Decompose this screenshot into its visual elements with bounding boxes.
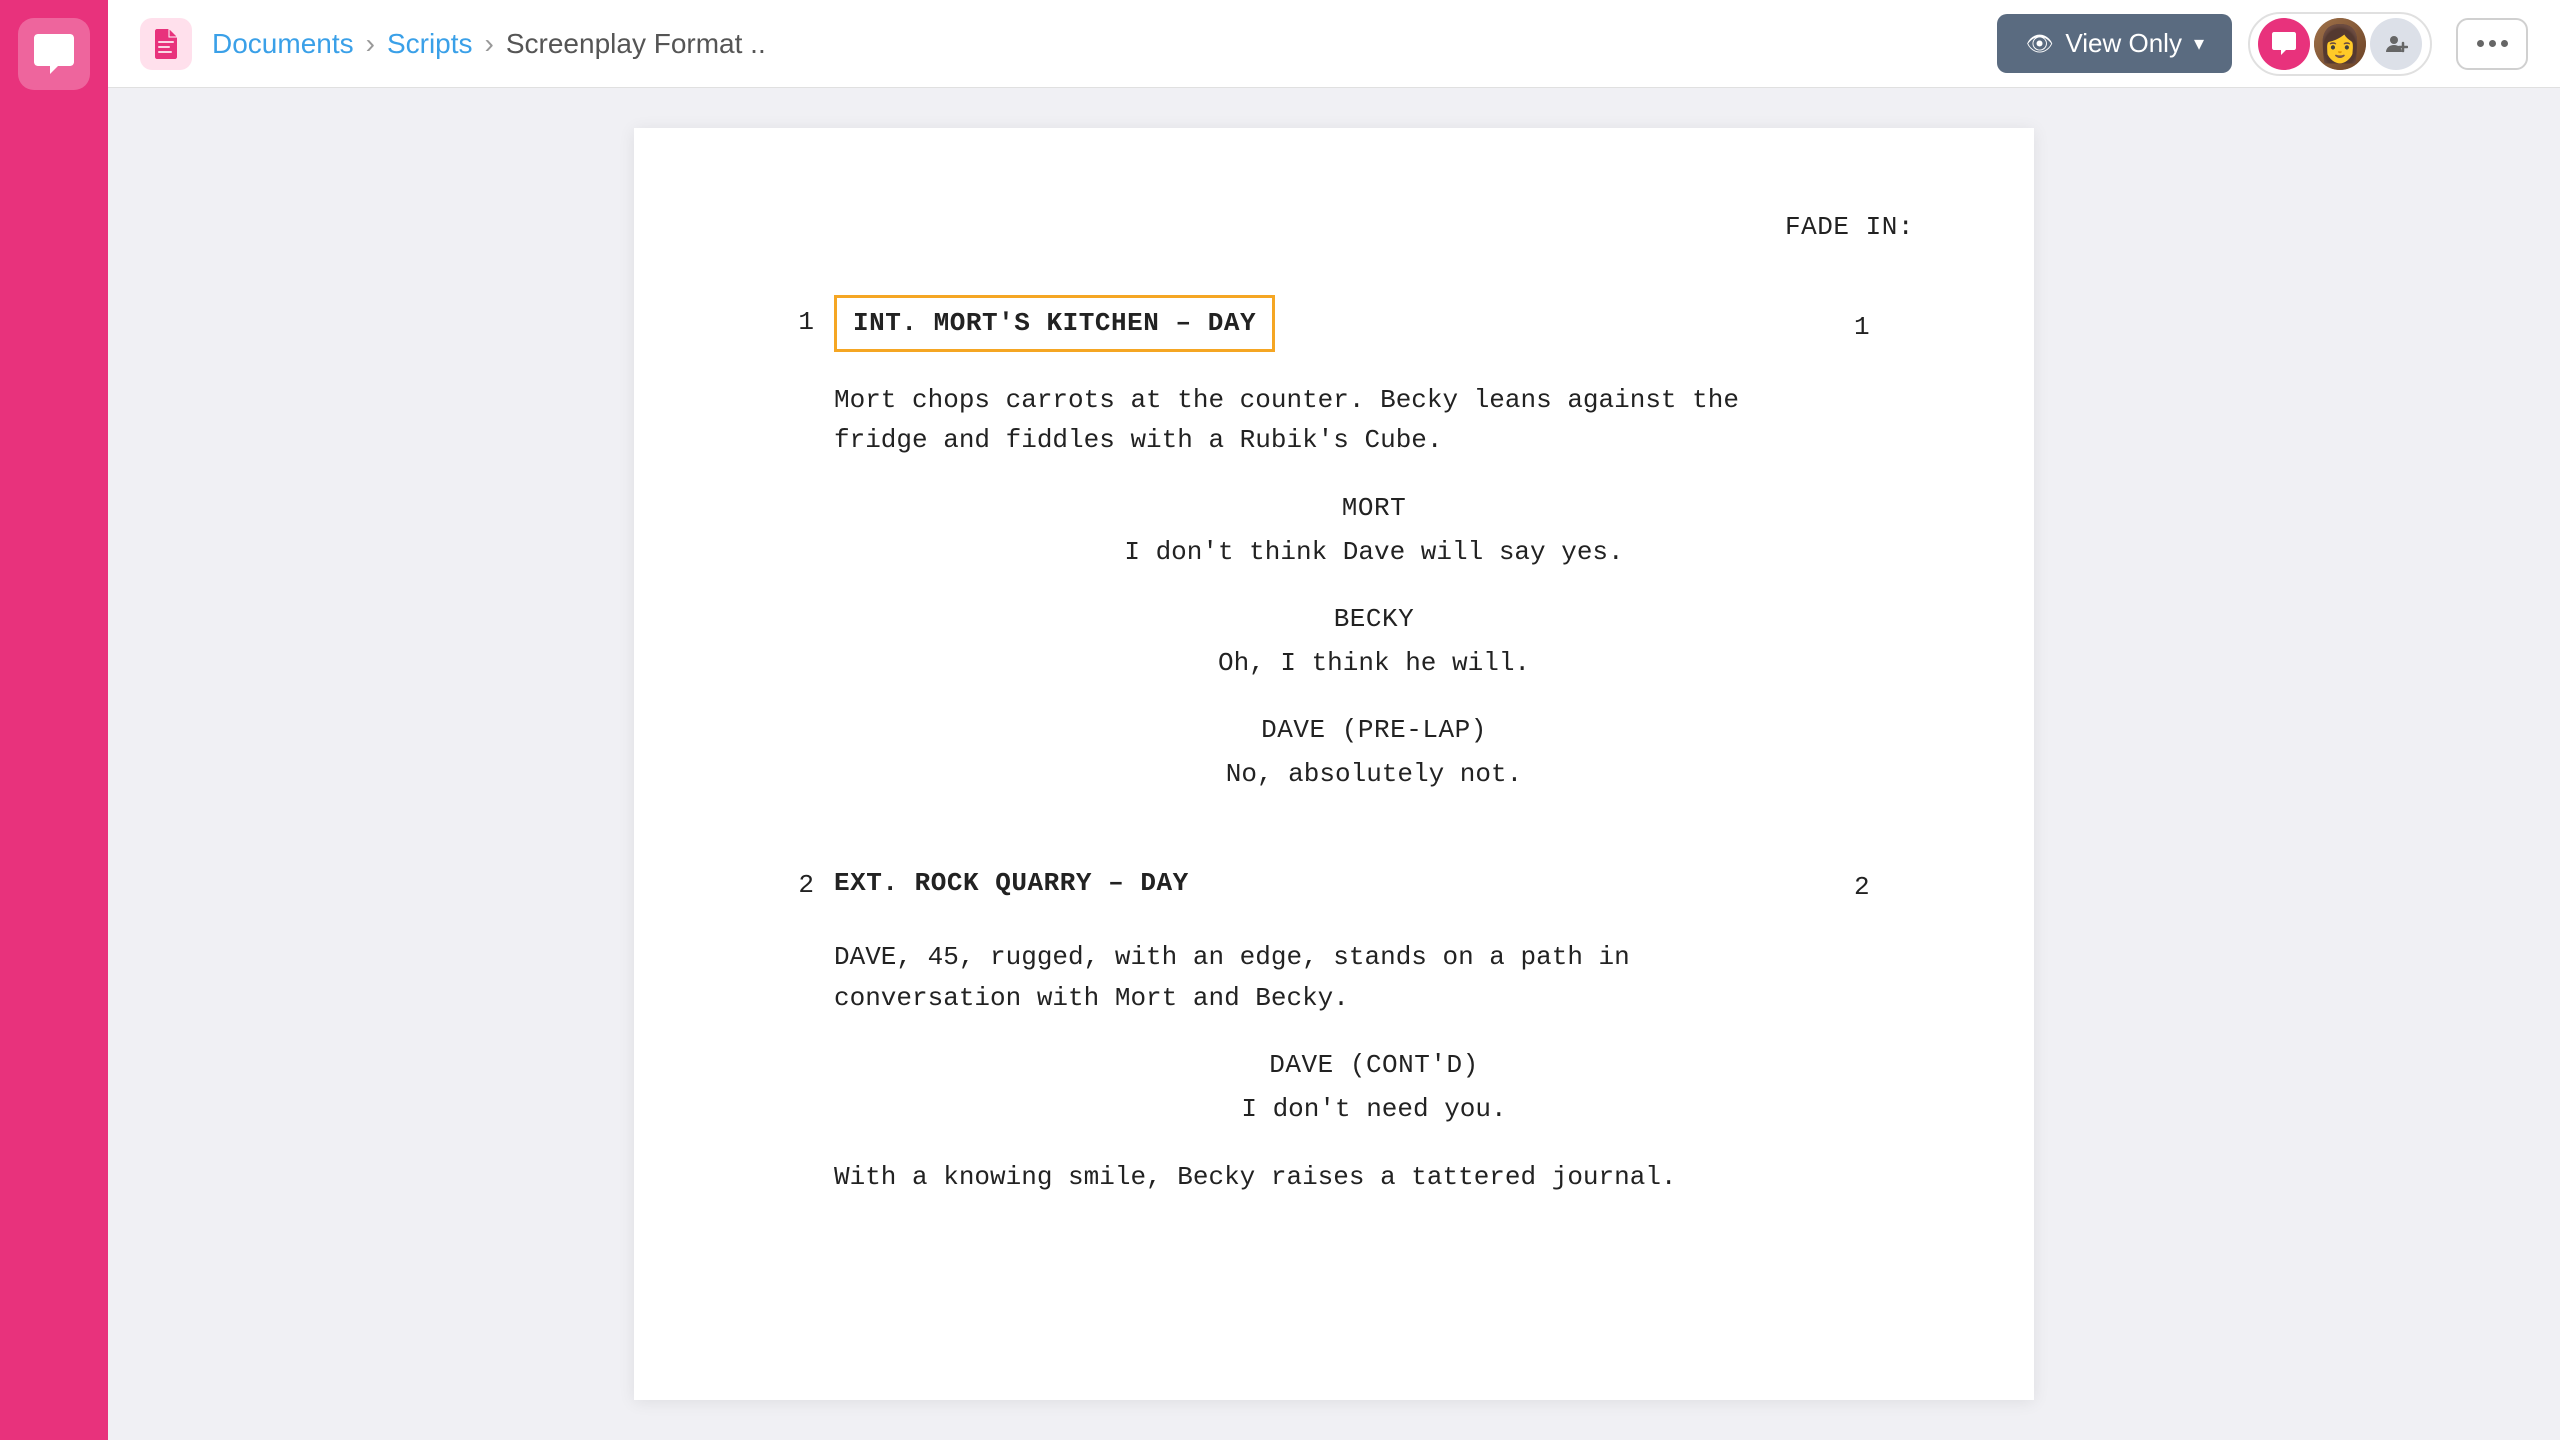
scene-1-heading: INT. MORT'S KITCHEN – DAY — [834, 295, 1275, 352]
scene-2-number-right: 2 — [1834, 860, 1914, 907]
fade-in-text: FADE IN: — [754, 208, 1914, 247]
scene-2-heading-row: 2 EXT. ROCK QUARRY – DAY 2 DAVE, 45, rug… — [754, 858, 1914, 1221]
collaborators-group — [2248, 12, 2432, 76]
add-user-icon — [2384, 32, 2408, 56]
scene-1-action: Mort chops carrots at the counter. Becky… — [834, 380, 1914, 461]
chevron-down-icon: ▾ — [2194, 31, 2204, 56]
breadcrumb-scripts[interactable]: Scripts — [387, 28, 473, 60]
scene-1: 1 INT. MORT'S KITCHEN – DAY 1 Mort chops… — [754, 295, 1914, 802]
scene-1-number-left: 1 — [754, 295, 834, 342]
eye-icon: 👁 — [2025, 31, 2053, 57]
scene-1-dialogue-1: I don't think Dave will say yes. — [834, 532, 1914, 572]
scene-2-char-1: DAVE (CONT'D) — [834, 1046, 1914, 1085]
add-collaborator-button[interactable] — [2370, 18, 2422, 70]
avatar-chat-icon[interactable] — [2258, 18, 2310, 70]
dot-3 — [2501, 40, 2508, 47]
topbar: Documents › Scripts › Screenplay Format … — [108, 0, 2560, 88]
sidebar — [0, 0, 108, 1440]
scene-2-dialogue-1: I don't need you. — [834, 1089, 1914, 1129]
scene-1-char-3: DAVE (PRE-LAP) — [834, 711, 1914, 750]
scene-2-action-2: With a knowing smile, Becky raises a tat… — [834, 1157, 1914, 1197]
scene-1-char-1: MORT — [834, 489, 1914, 528]
scene-2-content: EXT. ROCK QUARRY – DAY 2 DAVE, 45, rugge… — [834, 858, 1914, 1221]
document-area: FADE IN: 1 INT. MORT'S KITCHEN – DAY 1 M… — [108, 88, 2560, 1440]
breadcrumb-documents[interactable]: Documents — [212, 28, 354, 60]
scene-2-heading: EXT. ROCK QUARRY – DAY — [834, 858, 1189, 909]
topbar-right — [2232, 12, 2528, 76]
breadcrumb-sep-1: › — [366, 28, 375, 60]
breadcrumb-sep-2: › — [485, 28, 494, 60]
scene-1-content: INT. MORT'S KITCHEN – DAY 1 Mort chops c… — [834, 295, 1914, 802]
user-avatar[interactable] — [2314, 18, 2366, 70]
doc-icon-container — [140, 18, 192, 70]
scene-1-char-2: BECKY — [834, 600, 1914, 639]
more-options-button[interactable] — [2456, 18, 2528, 70]
script-content: FADE IN: 1 INT. MORT'S KITCHEN – DAY 1 M… — [754, 208, 1914, 1222]
breadcrumb-filename: Screenplay Format .. — [506, 28, 766, 60]
app-logo[interactable] — [18, 18, 90, 90]
scene-1-number-right: 1 — [1834, 300, 1914, 347]
breadcrumb: Documents › Scripts › Screenplay Format … — [212, 28, 1965, 60]
logo-icon — [30, 30, 78, 78]
view-only-button[interactable]: 👁 View Only ▾ — [1997, 14, 2232, 73]
chat-bubble-icon — [2269, 29, 2299, 59]
document-icon — [151, 29, 181, 59]
scene-2: 2 EXT. ROCK QUARRY – DAY 2 DAVE, 45, rug… — [754, 858, 1914, 1221]
scene-2-action: DAVE, 45, rugged, with an edge, stands o… — [834, 937, 1914, 1018]
scene-2-number-left: 2 — [754, 858, 834, 905]
dot-2 — [2489, 40, 2496, 47]
scene-1-dialogue-3: No, absolutely not. — [834, 754, 1914, 794]
scene-1-heading-row: 1 INT. MORT'S KITCHEN – DAY 1 Mort chops… — [754, 295, 1914, 802]
view-only-label: View Only — [2065, 28, 2182, 59]
document-page: FADE IN: 1 INT. MORT'S KITCHEN – DAY 1 M… — [634, 128, 2034, 1400]
scene-1-dialogue-2: Oh, I think he will. — [834, 643, 1914, 683]
dot-1 — [2477, 40, 2484, 47]
main-container: Documents › Scripts › Screenplay Format … — [108, 0, 2560, 1440]
user-avatar-image — [2314, 18, 2366, 70]
